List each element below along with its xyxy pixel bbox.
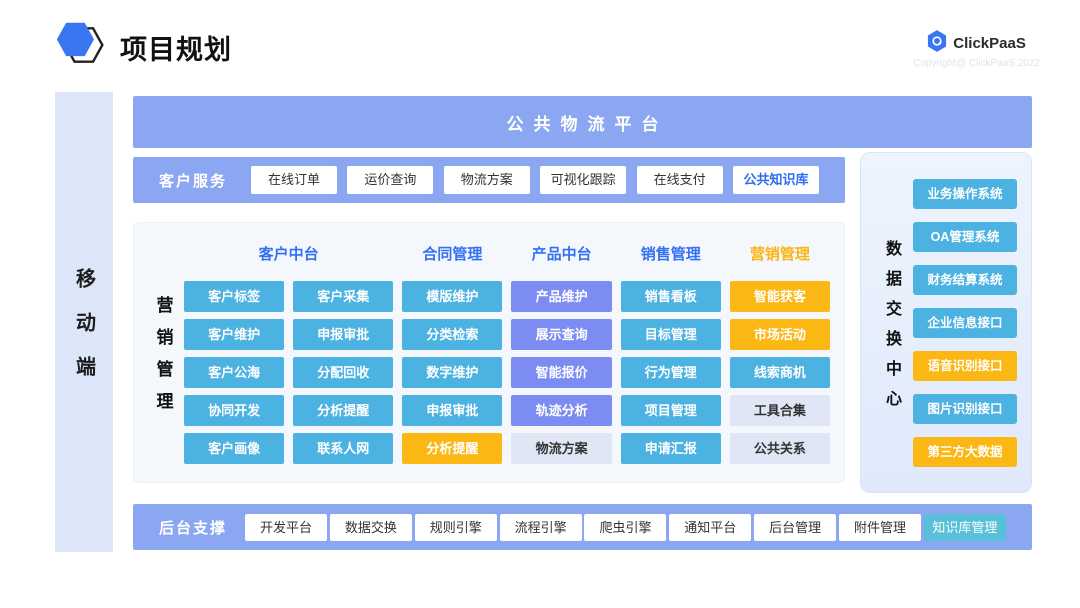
backend-button[interactable]: 后台管理: [754, 514, 836, 541]
customer-service-label: 客户服务: [159, 170, 227, 191]
backend-button[interactable]: 数据交换: [330, 514, 412, 541]
clickpaas-logo-icon: [927, 30, 947, 57]
data-center-button[interactable]: 语音识别接口: [913, 351, 1017, 381]
grid-cell[interactable]: 协同开发: [184, 395, 284, 426]
customer-service-bar: 客户服务 在线订单运价查询物流方案可视化跟踪在线支付公共知识库: [133, 157, 845, 203]
customer-service-button[interactable]: 可视化跟踪: [540, 166, 626, 194]
brand-name: ClickPaaS: [953, 35, 1026, 52]
backend-button[interactable]: 开发平台: [245, 514, 327, 541]
grid-cell[interactable]: 分类检索: [402, 319, 502, 350]
marketing-side-label: 营销管理: [151, 296, 176, 424]
grid-cell[interactable]: 轨迹分析: [511, 395, 611, 426]
app-header: 项目规划: [55, 18, 232, 77]
data-center-panel: 数据交换中心 业务操作系统 OA管理系统财务结算系统企业信息接口语音识别接口图片识…: [860, 152, 1032, 493]
grid-cell[interactable]: 申请汇报: [621, 433, 721, 464]
page-title: 项目规划: [120, 28, 232, 67]
grid-cell[interactable]: 分析提醒: [293, 395, 393, 426]
grid-cell[interactable]: 客户采集: [293, 281, 393, 312]
sidebar-mobile-label: 移动端: [70, 268, 99, 400]
customer-service-button[interactable]: 运价查询: [347, 166, 433, 194]
grid-column-header: 合同管理: [402, 241, 502, 269]
grid-cell[interactable]: 智能获客: [730, 281, 830, 312]
grid-cell[interactable]: 分析提醒: [402, 433, 502, 464]
backend-button[interactable]: 爬虫引擎: [584, 514, 666, 541]
grid-cell[interactable]: 工具合集: [730, 395, 830, 426]
grid-cell[interactable]: 物流方案: [511, 433, 611, 464]
grid-cell[interactable]: 目标管理: [621, 319, 721, 350]
grid-cell[interactable]: 数字维护: [402, 357, 502, 388]
backend-button[interactable]: 附件管理: [839, 514, 921, 541]
marketing-grid: 客户中台合同管理产品中台销售管理营销管理客户标签客户采集模版维护产品维护销售看板…: [184, 241, 830, 464]
backend-button[interactable]: 知识库管理: [924, 514, 1006, 541]
backend-bar: 后台支撑 开发平台数据交换规则引擎流程引擎爬虫引擎通知平台后台管理附件管理知识库…: [133, 504, 1032, 550]
brand-block: ClickPaaS Copyright@ ClickPaaS 2022: [913, 30, 1040, 69]
hexagon-logo-icon: [55, 18, 107, 77]
marketing-grid-card: 营销管理 客户中台合同管理产品中台销售管理营销管理客户标签客户采集模版维护产品维…: [133, 222, 845, 483]
backend-button[interactable]: 规则引擎: [415, 514, 497, 541]
grid-cell[interactable]: 公共关系: [730, 433, 830, 464]
grid-cell[interactable]: 产品维护: [511, 281, 611, 312]
data-center-label: 数据交换中心: [879, 240, 903, 420]
data-center-items: 业务操作系统 OA管理系统财务结算系统企业信息接口语音识别接口图片识别接口第三方大…: [913, 167, 1017, 478]
grid-cell[interactable]: 模版维护: [402, 281, 502, 312]
customer-service-items: 在线订单运价查询物流方案可视化跟踪在线支付公共知识库: [251, 166, 819, 194]
grid-cell[interactable]: 联系人网: [293, 433, 393, 464]
top-banner: 公共物流平台: [133, 96, 1032, 148]
grid-column-header: 客户中台: [184, 241, 393, 269]
copyright-text: Copyright@ ClickPaaS 2022: [913, 58, 1040, 69]
marketing-side: 营销管理: [142, 296, 184, 409]
grid-cell[interactable]: 市场活动: [730, 319, 830, 350]
data-center-button[interactable]: 图片识别接口: [913, 394, 1017, 424]
backend-button[interactable]: 通知平台: [669, 514, 751, 541]
data-center-button[interactable]: 企业信息接口: [913, 308, 1017, 338]
data-center-side: 数据交换中心: [869, 167, 913, 478]
grid-cell[interactable]: 客户维护: [184, 319, 284, 350]
backend-button[interactable]: 流程引擎: [500, 514, 582, 541]
grid-cell[interactable]: 展示查询: [511, 319, 611, 350]
top-banner-label: 公共物流平台: [497, 110, 669, 135]
grid-cell[interactable]: 客户标签: [184, 281, 284, 312]
data-center-button[interactable]: 第三方大数据: [913, 437, 1017, 467]
grid-cell[interactable]: 线索商机: [730, 357, 830, 388]
backend-items: 开发平台数据交换规则引擎流程引擎爬虫引擎通知平台后台管理附件管理知识库管理: [245, 514, 1006, 541]
grid-cell[interactable]: 申报审批: [402, 395, 502, 426]
grid-column-header: 营销管理: [730, 241, 830, 269]
sidebar-mobile: 移动端: [55, 92, 113, 552]
grid-cell[interactable]: 分配回收: [293, 357, 393, 388]
grid-cell[interactable]: 申报审批: [293, 319, 393, 350]
data-center-button[interactable]: 财务结算系统: [913, 265, 1017, 295]
grid-cell[interactable]: 行为管理: [621, 357, 721, 388]
data-center-button[interactable]: OA管理系统: [913, 222, 1017, 252]
grid-cell[interactable]: 项目管理: [621, 395, 721, 426]
customer-service-button[interactable]: 在线订单: [251, 166, 337, 194]
data-center-button[interactable]: 业务操作系统: [913, 179, 1017, 209]
grid-cell[interactable]: 客户公海: [184, 357, 284, 388]
customer-service-button[interactable]: 公共知识库: [733, 166, 819, 194]
backend-label: 后台支撑: [159, 517, 227, 538]
customer-service-button[interactable]: 在线支付: [637, 166, 723, 194]
grid-cell[interactable]: 智能报价: [511, 357, 611, 388]
grid-cell[interactable]: 销售看板: [621, 281, 721, 312]
grid-cell[interactable]: 客户画像: [184, 433, 284, 464]
page: 项目规划 ClickPaaS Copyright@ ClickPaaS 2022…: [0, 0, 1080, 608]
grid-column-header: 产品中台: [511, 241, 611, 269]
grid-column-header: 销售管理: [621, 241, 721, 269]
customer-service-button[interactable]: 物流方案: [444, 166, 530, 194]
